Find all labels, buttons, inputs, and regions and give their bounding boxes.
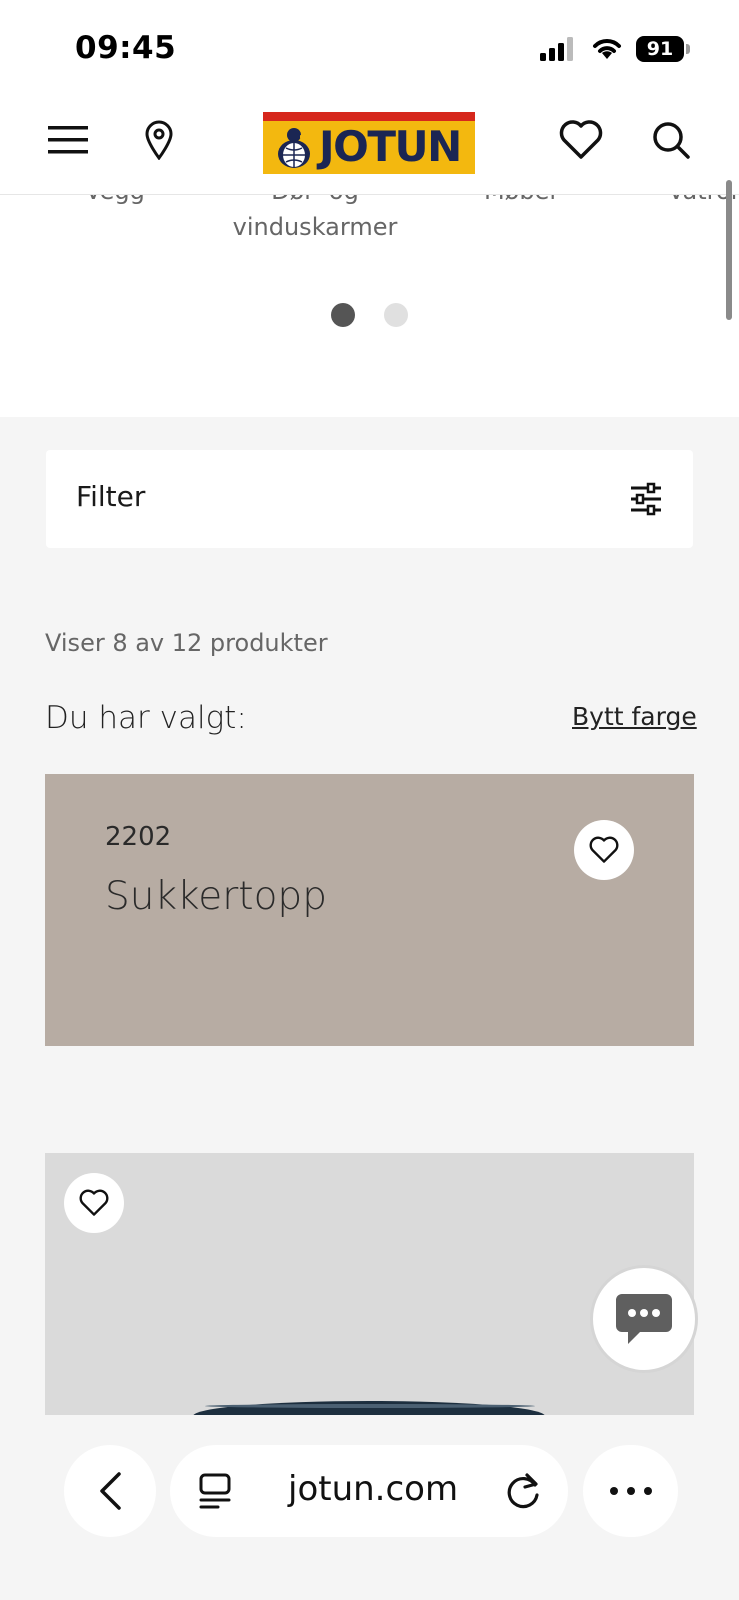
status-bar: 09:45 91 (0, 0, 739, 95)
color-name: Sukkertopp (105, 874, 327, 919)
selected-color-card[interactable]: 2202 Sukkertopp (45, 774, 694, 1046)
url-text: jotun.com (288, 1469, 459, 1509)
product-card[interactable] (45, 1153, 694, 1415)
category-wall[interactable]: Vegg (70, 195, 160, 209)
favorite-product-button[interactable] (64, 1173, 124, 1233)
chat-button[interactable] (590, 1265, 698, 1373)
jotun-logo[interactable]: JOTUN (263, 112, 475, 174)
battery-level: 91 (636, 36, 684, 62)
filter-button[interactable]: Filter (46, 450, 693, 548)
heart-icon[interactable] (558, 117, 604, 163)
back-arrow-icon (100, 1472, 121, 1510)
status-time: 09:45 (75, 30, 177, 66)
penguin-globe-icon (278, 128, 310, 168)
logo-text: JOTUN (319, 122, 462, 171)
more-icon (609, 1487, 652, 1495)
carousel-dot-active[interactable] (331, 303, 355, 327)
change-color-link[interactable]: Bytt farge (572, 702, 697, 731)
chat-bubble-icon (616, 1294, 672, 1344)
scrollbar[interactable] (726, 180, 732, 320)
filter-label: Filter (76, 480, 146, 513)
carousel-dot[interactable] (384, 303, 408, 327)
wifi-icon (593, 39, 621, 59)
category-carousel[interactable]: Vegg Dør- og vinduskarmer Møbel Våtrom (0, 195, 739, 417)
category-door-window-frames[interactable]: Dør- og vinduskarmer (220, 195, 410, 245)
sliders-icon (631, 482, 661, 516)
color-code: 2202 (105, 822, 172, 852)
heart-icon (589, 836, 619, 863)
favorite-color-button[interactable] (574, 820, 634, 880)
category-furniture[interactable]: Møbel (470, 195, 570, 209)
site-header: JOTUN (0, 95, 739, 195)
browser-toolbar: jotun.com (0, 1415, 739, 1600)
signal-icon (540, 37, 573, 61)
search-icon[interactable] (648, 117, 694, 163)
address-bar[interactable]: jotun.com (170, 1445, 568, 1537)
menu-icon[interactable] (45, 117, 91, 163)
battery-icon: 91 (636, 36, 690, 62)
reload-icon[interactable] (505, 1471, 543, 1511)
more-options-button[interactable] (583, 1445, 678, 1537)
selected-color-heading: Du har valgt: (45, 700, 247, 736)
back-button[interactable] (64, 1445, 156, 1537)
results-count: Viser 8 av 12 produkter (45, 629, 328, 657)
location-pin-icon[interactable] (136, 117, 182, 163)
tabs-icon[interactable] (198, 1473, 232, 1509)
heart-icon (79, 1189, 109, 1216)
